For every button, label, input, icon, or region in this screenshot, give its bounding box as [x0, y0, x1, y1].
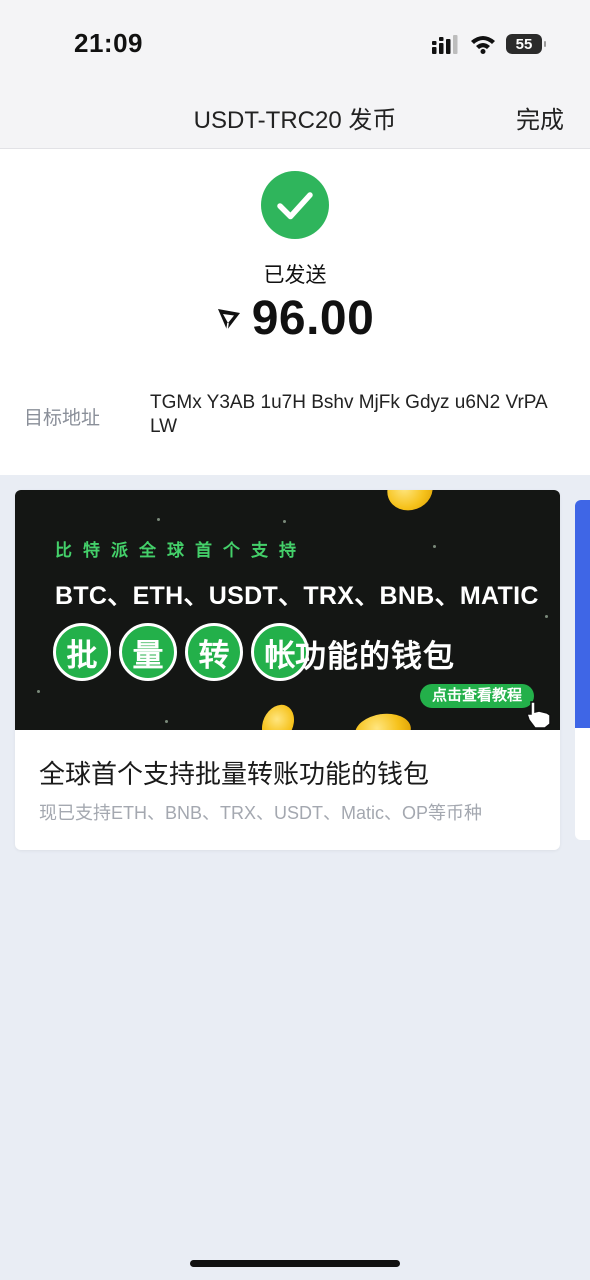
banner-star — [37, 690, 40, 693]
banner-headline: BTC、ETH、USDT、TRX、BNB、MATIC — [55, 582, 539, 610]
target-address-value[interactable]: TGMx Y3AB 1u7H Bshv MjFk Gdyz u6N2 VrPA … — [150, 391, 560, 439]
banner-star — [433, 545, 436, 548]
highlight-char: 转 — [185, 623, 243, 681]
success-check-icon — [261, 171, 329, 239]
gold-coin-icon — [352, 710, 414, 730]
status-time: 21:09 — [74, 28, 143, 58]
target-address-label: 目标地址 — [24, 408, 101, 429]
banner-highlight-chars: 批 量 转 帐 — [53, 623, 309, 681]
battery-level: 55 — [515, 35, 533, 53]
page-title: USDT-TRC20 发币 — [193, 107, 397, 134]
next-promo-card[interactable] — [575, 500, 590, 840]
gold-coin-icon — [381, 490, 439, 517]
promo-card-title: 全球首个支持批量转账功能的钱包 — [39, 759, 430, 789]
transfer-amount: 96.00 — [251, 292, 375, 345]
banner-kicker: 比特派全球首个支持 — [55, 541, 307, 560]
banner-star — [283, 520, 286, 523]
promo-banner-card[interactable]: 比特派全球首个支持 BTC、ETH、USDT、TRX、BNB、MATIC 批 量… — [15, 490, 560, 850]
amount-row: 96.00 — [0, 291, 590, 346]
pointer-hand-icon — [525, 701, 551, 729]
status-icons: 55 — [432, 31, 546, 57]
cellular-signal-icon — [432, 35, 458, 54]
banner-star — [545, 615, 548, 618]
done-button[interactable]: 完成 — [516, 100, 564, 135]
banner-star — [157, 518, 160, 521]
banner-star — [165, 720, 168, 723]
highlight-char: 量 — [119, 623, 177, 681]
banner-subline: 功能的钱包 — [295, 639, 455, 674]
transfer-result-panel: 已发送 96.00 目标地址 TGMx Y3AB 1u7H Bshv MjFk … — [0, 149, 590, 475]
next-promo-card-image — [575, 500, 590, 728]
tron-icon — [217, 308, 240, 330]
battery-icon: 55 — [506, 34, 546, 54]
transfer-status: 已发送 — [263, 264, 327, 287]
wifi-icon — [471, 36, 495, 54]
highlight-char: 批 — [53, 623, 111, 681]
promo-banner-image[interactable]: 比特派全球首个支持 BTC、ETH、USDT、TRX、BNB、MATIC 批 量… — [15, 490, 560, 730]
view-tutorial-button[interactable]: 点击查看教程 — [420, 684, 535, 708]
status-bar: 21:09 55 — [0, 0, 590, 88]
home-indicator[interactable] — [190, 1260, 400, 1267]
promo-card-description: 现已支持ETH、BNB、TRX、USDT、Matic、OP等币种 — [39, 803, 483, 823]
gold-coin-icon — [255, 699, 301, 730]
nav-bar: USDT-TRC20 发币 完成 — [0, 88, 590, 149]
